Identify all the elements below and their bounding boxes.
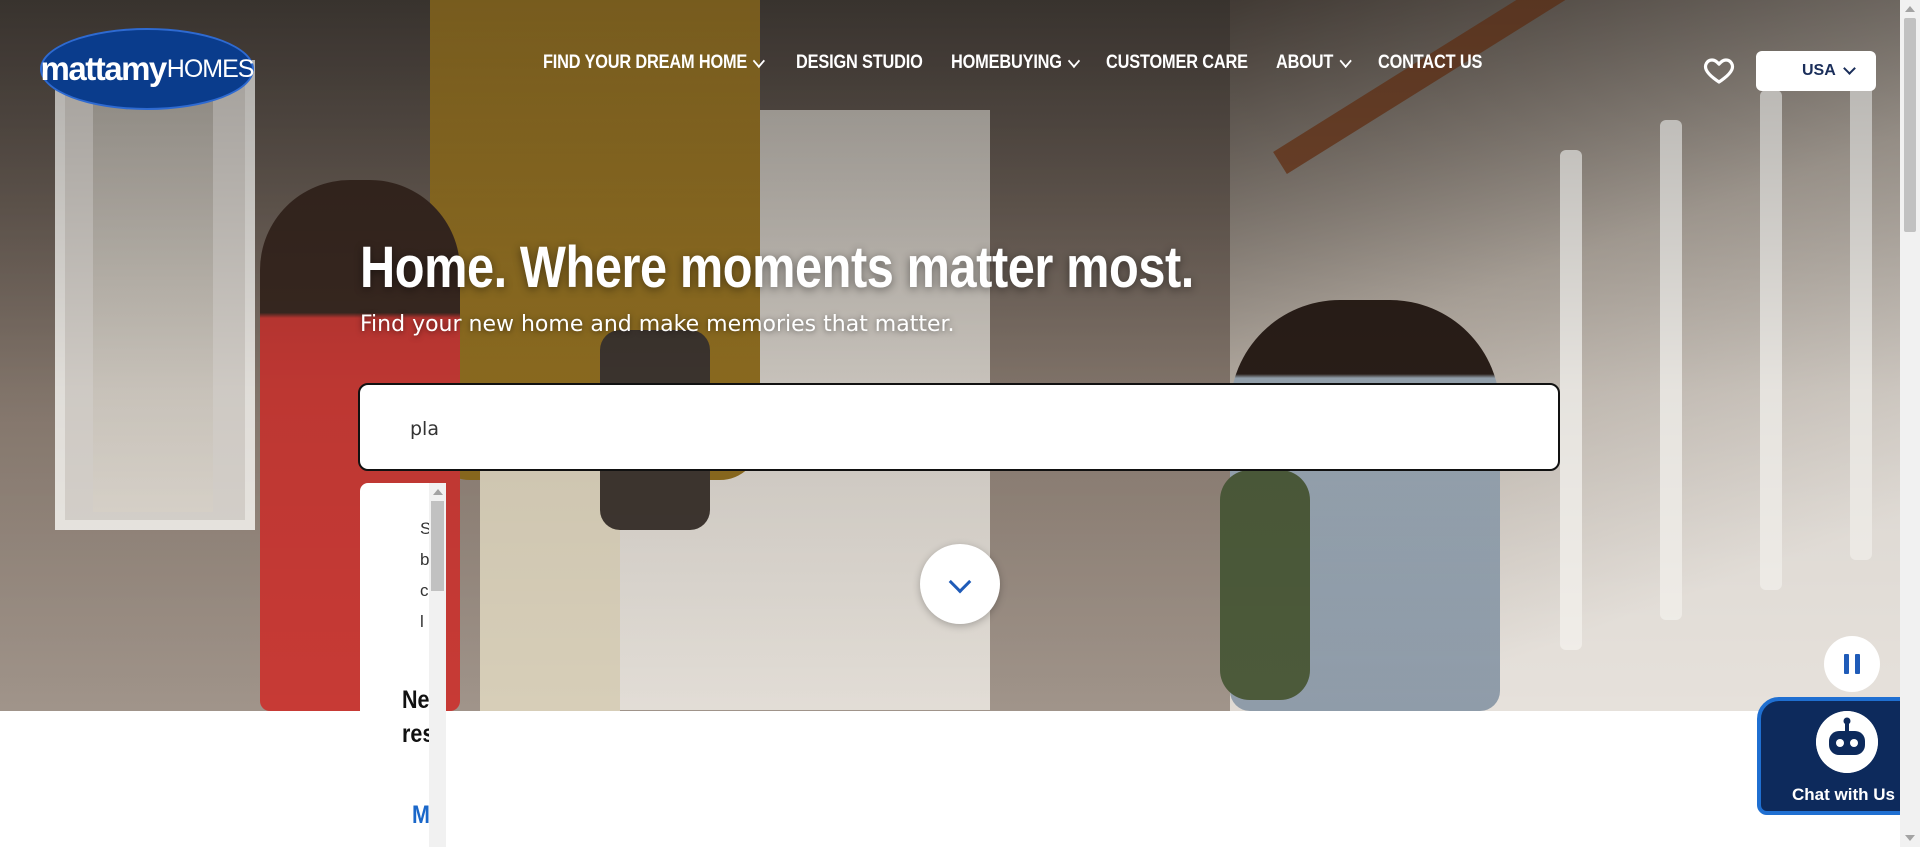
dropdown-scrollbar[interactable]	[429, 483, 446, 847]
scroll-down-arrow-icon[interactable]	[1905, 835, 1915, 841]
search-suggestions-dropdown: S b c l Ne res M	[360, 483, 446, 847]
chevron-down-icon	[948, 570, 972, 594]
logo-brand: mattamy	[40, 50, 168, 87]
chevron-down-icon	[1843, 62, 1856, 75]
chevron-down-icon	[753, 53, 766, 69]
main-nav: FIND YOUR DREAM HOME DESIGN STUDIO HOMEB…	[543, 52, 1499, 74]
chat-label: Chat with Us	[1792, 785, 1895, 804]
scrollbar-thumb[interactable]	[1904, 18, 1916, 232]
chat-widget-button[interactable]: Chat with Us	[1757, 697, 1920, 815]
nav-customer-care[interactable]: CUSTOMER CARE	[1106, 52, 1248, 74]
chevron-down-icon	[1338, 53, 1351, 69]
hero-subhead: Find your new home and make memories tha…	[360, 312, 955, 337]
hero-headline: Home. Where moments matter most.	[360, 235, 1194, 300]
nav-design-studio[interactable]: DESIGN STUDIO	[796, 52, 923, 74]
nav-label: CONTACT US	[1378, 52, 1483, 73]
pause-icon-bar	[1855, 654, 1860, 674]
nav-homebuying[interactable]: HOMEBUYING	[950, 52, 1080, 74]
nav-label: DESIGN STUDIO	[796, 52, 924, 73]
country-select[interactable]: USA	[1756, 51, 1876, 91]
pause-video-button[interactable]	[1824, 636, 1880, 692]
scroll-up-arrow-icon[interactable]	[433, 489, 443, 495]
nav-label: CUSTOMER CARE	[1105, 52, 1248, 73]
mattamy-homes-logo[interactable]: mattamy HOMES	[40, 28, 254, 110]
nav-find-your-dream-home[interactable]: FIND YOUR DREAM HOME	[543, 52, 766, 74]
heart-icon[interactable]	[1703, 54, 1735, 86]
nav-label: FIND YOUR DREAM HOME	[543, 52, 748, 73]
logo-brand-suffix: HOMES	[166, 54, 255, 83]
chevron-down-icon	[1067, 53, 1080, 69]
nav-contact-us[interactable]: CONTACT US	[1378, 52, 1482, 74]
suggestion-link[interactable]: M	[412, 801, 430, 830]
scrollbar-thumb[interactable]	[431, 501, 444, 591]
search-box[interactable]	[358, 383, 1560, 471]
nav-label: HOMEBUYING	[950, 52, 1062, 73]
nav-label: ABOUT	[1275, 52, 1333, 73]
page-scrollbar[interactable]	[1900, 0, 1920, 847]
chat-bot-icon	[1816, 711, 1878, 773]
scroll-down-button[interactable]	[920, 544, 1000, 624]
pause-icon	[1844, 654, 1849, 674]
search-input[interactable]	[408, 411, 1512, 447]
nav-about[interactable]: ABOUT	[1275, 52, 1351, 74]
country-select-value: USA	[1802, 62, 1836, 79]
scroll-up-arrow-icon[interactable]	[1905, 6, 1915, 12]
